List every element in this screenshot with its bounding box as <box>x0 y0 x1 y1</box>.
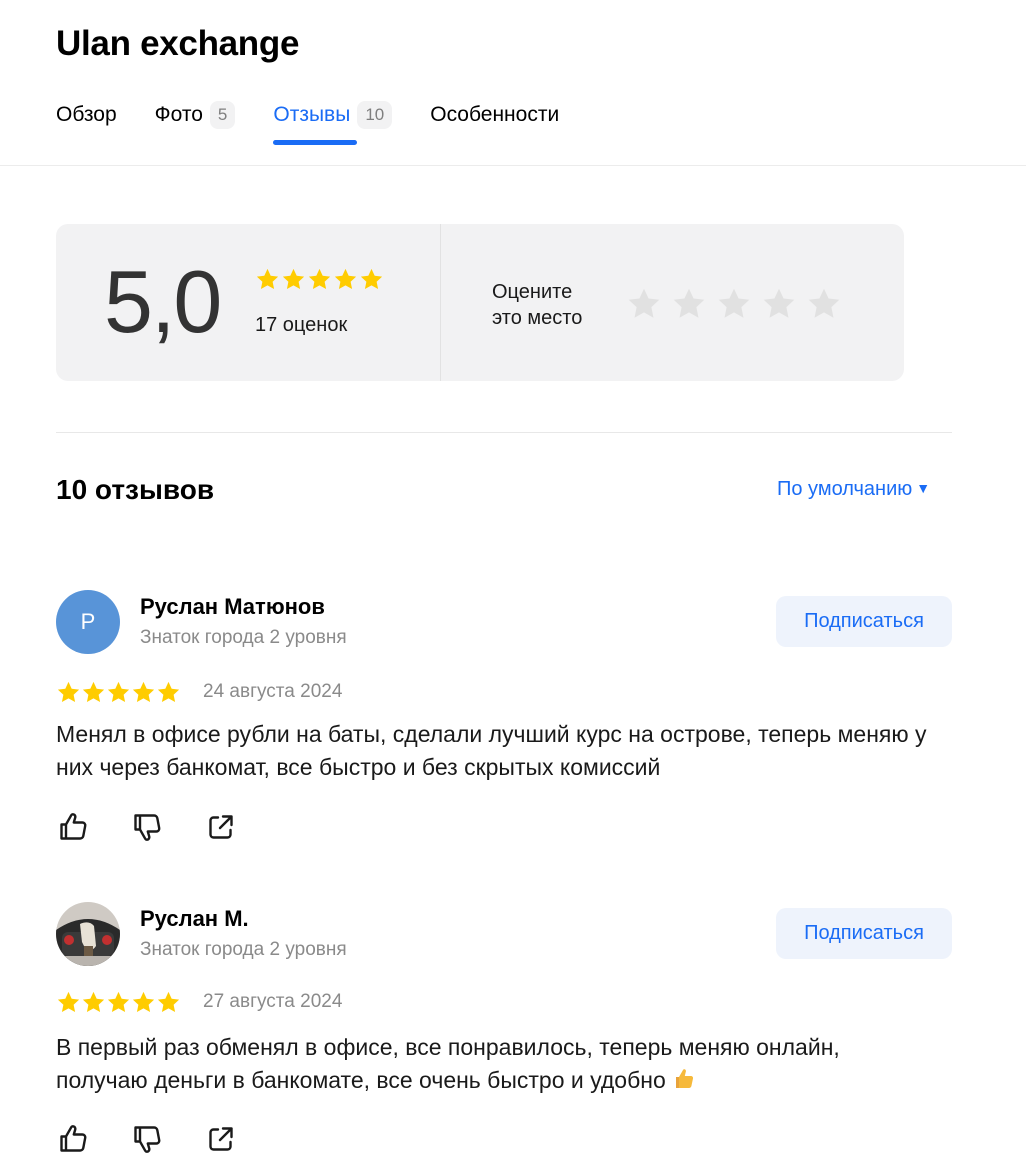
header-divider <box>0 165 1026 166</box>
place-title: Ulan exchange <box>56 24 300 63</box>
avatar-photo <box>56 902 120 966</box>
review-date: 27 августа 2024 <box>203 991 343 1012</box>
star-icon <box>156 680 181 705</box>
sort-dropdown[interactable]: По умолчанию ▼ <box>777 478 930 501</box>
review-author[interactable]: Руслан М. <box>140 906 249 932</box>
active-tab-indicator <box>273 140 358 145</box>
section-divider <box>56 432 952 433</box>
avatar[interactable] <box>56 902 120 966</box>
average-rating-stars <box>255 267 384 292</box>
tab-features[interactable]: Особенности <box>430 98 559 132</box>
avatar-letter: Р <box>80 609 96 634</box>
tab-count-badge: 10 <box>357 101 393 129</box>
thumbs-down-icon <box>130 810 164 844</box>
star-icon <box>255 267 280 292</box>
share-button[interactable] <box>204 810 238 844</box>
star-icon <box>156 990 181 1015</box>
dislike-button[interactable] <box>130 1122 164 1156</box>
tab-count-badge: 5 <box>209 101 236 129</box>
review-text: В первый раз обменял в офисе, все понрав… <box>56 1034 840 1093</box>
star-icon <box>81 680 106 705</box>
star-icon <box>106 680 131 705</box>
review-actions <box>56 1122 238 1156</box>
tab-label: Фото <box>154 103 203 126</box>
star-icon <box>56 990 81 1015</box>
thumbs-up-emoji-icon <box>676 1069 694 1088</box>
tab-bar: Обзор Фото 5 Отзывы 10 Особенности <box>56 98 597 145</box>
reviews-count-heading: 10 отзывов <box>56 474 215 505</box>
tab-reviews[interactable]: Отзывы 10 <box>273 98 393 145</box>
rate-star-5-icon[interactable] <box>806 286 842 322</box>
share-icon <box>204 810 238 844</box>
review-text: Менял в офисе рубли на баты, сделали луч… <box>56 721 927 780</box>
dislike-button[interactable] <box>130 810 164 844</box>
average-rating: 5,0 <box>104 252 222 351</box>
star-icon <box>307 267 332 292</box>
review-text-block: В первый раз обменял в офисе, все понрав… <box>56 1031 936 1097</box>
rate-prompt-line: Оцените <box>492 281 573 303</box>
share-icon <box>204 1122 238 1156</box>
ratings-count: 17 оценок <box>255 314 348 336</box>
review-actions <box>56 810 238 844</box>
sort-label: По умолчанию <box>777 478 913 500</box>
rate-prompt: Оцените это место <box>492 279 582 331</box>
star-icon <box>106 990 131 1015</box>
rating-summary-card: 5,0 17 оценок Оцените это место <box>56 224 904 381</box>
review-date: 24 августа 2024 <box>203 681 343 702</box>
thumbs-down-icon <box>130 1122 164 1156</box>
star-icon <box>131 680 156 705</box>
tab-photos[interactable]: Фото 5 <box>155 98 236 132</box>
like-button[interactable] <box>56 1122 90 1156</box>
rate-star-2-icon[interactable] <box>671 286 707 322</box>
like-button[interactable] <box>56 810 90 844</box>
share-button[interactable] <box>204 1122 238 1156</box>
rate-star-1-icon[interactable] <box>626 286 662 322</box>
rate-prompt-line: это место <box>492 307 583 329</box>
card-divider <box>440 224 441 381</box>
review-author[interactable]: Руслан Матюнов <box>140 594 325 620</box>
thumbs-up-icon <box>56 1122 90 1156</box>
review-stars <box>56 680 181 705</box>
star-icon <box>333 267 358 292</box>
rate-star-3-icon[interactable] <box>716 286 752 322</box>
star-icon <box>359 267 384 292</box>
author-level: Знаток города 2 уровня <box>140 627 347 648</box>
subscribe-button[interactable]: Подписаться <box>776 596 952 647</box>
review-stars <box>56 990 181 1015</box>
tab-label: Обзор <box>56 103 117 126</box>
tab-overview[interactable]: Обзор <box>56 98 117 132</box>
star-icon <box>56 680 81 705</box>
avatar[interactable]: Р <box>56 590 120 654</box>
tab-label: Отзывы <box>273 103 351 126</box>
rate-stars-input <box>626 286 842 322</box>
rate-star-4-icon[interactable] <box>761 286 797 322</box>
star-icon <box>81 990 106 1015</box>
author-level: Знаток города 2 уровня <box>140 939 347 960</box>
thumbs-up-icon <box>56 810 90 844</box>
star-icon <box>131 990 156 1015</box>
caret-down-icon: ▼ <box>916 480 931 496</box>
star-icon <box>281 267 306 292</box>
subscribe-button[interactable]: Подписаться <box>776 908 952 959</box>
tab-label: Особенности <box>430 103 560 126</box>
